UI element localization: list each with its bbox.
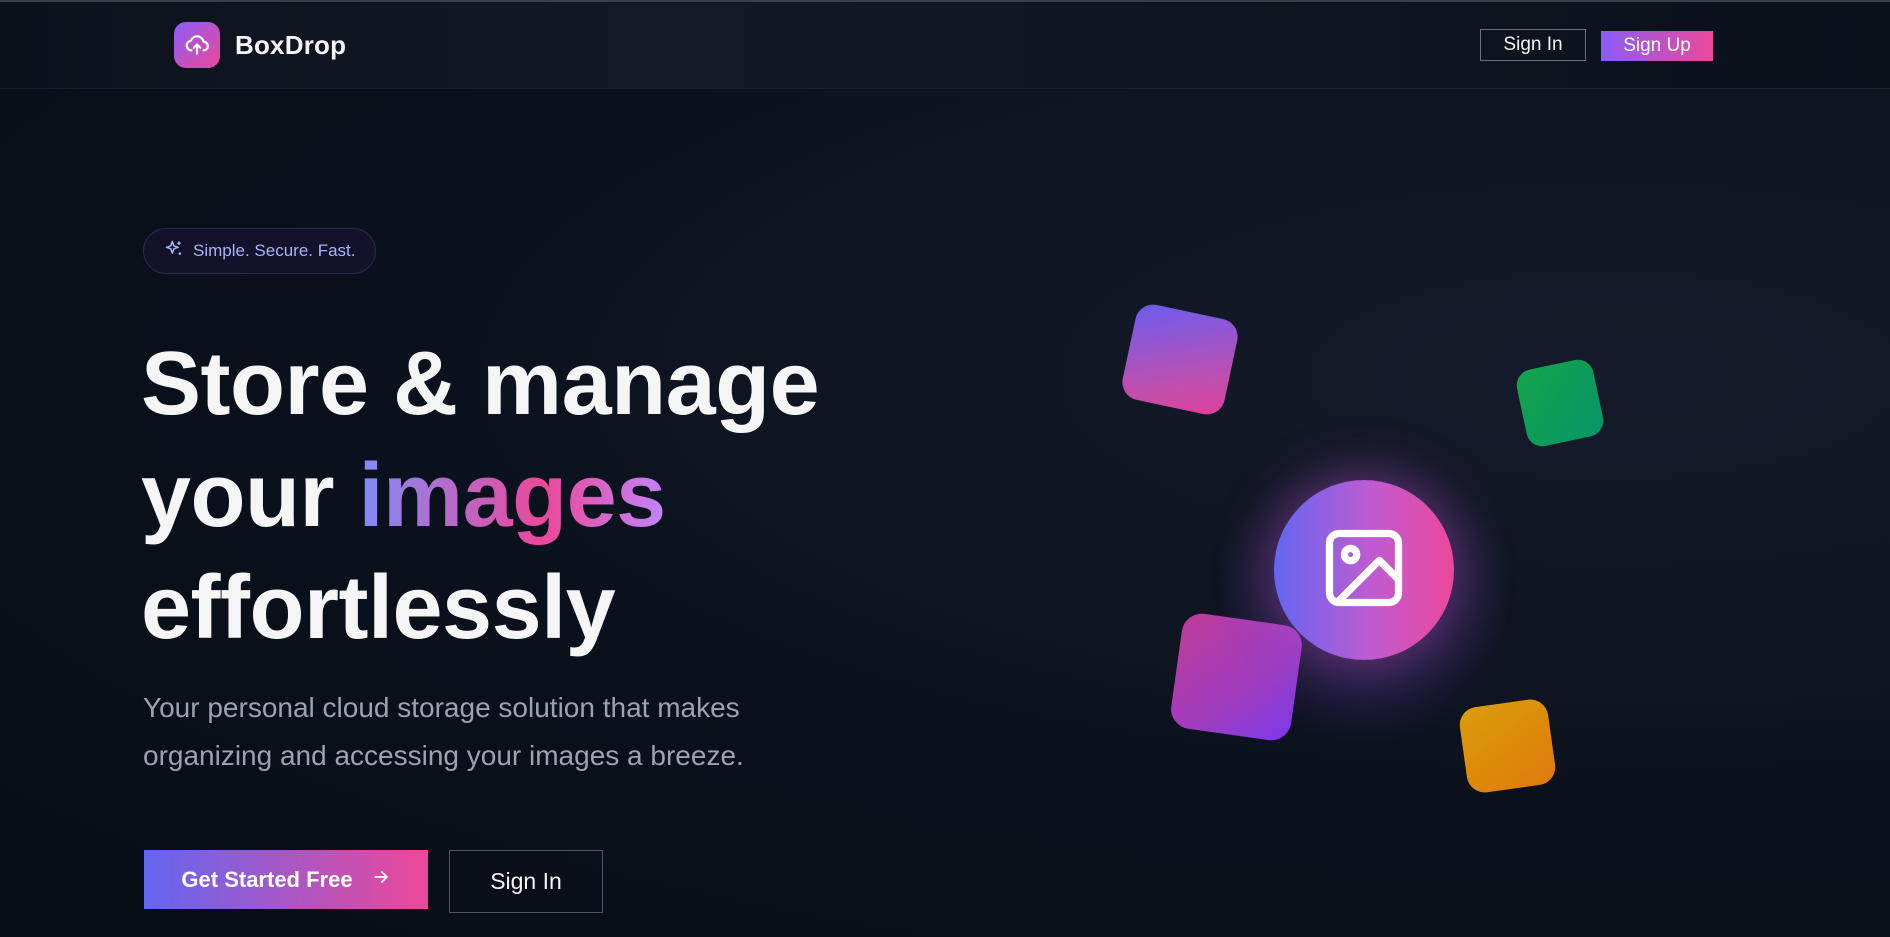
hero-subtitle: Your personal cloud storage solution tha… [143, 692, 744, 771]
hero-headline: Store & manage your images effortlessly [141, 328, 820, 664]
brand-name: BoxDrop [235, 29, 347, 60]
sparkles-icon [164, 239, 184, 264]
tagline-badge: Simple. Secure. Fast. [143, 228, 376, 274]
cloud-upload-icon [174, 22, 220, 68]
green-tile [1513, 356, 1607, 450]
image-icon [1318, 522, 1410, 619]
get-started-button[interactable]: Get Started Free [144, 850, 428, 909]
headline-line-1: Store & manage [141, 334, 820, 434]
navbar: BoxDrop Sign In Sign Up [0, 2, 1890, 89]
center-image-badge [1274, 480, 1454, 660]
nav-sign-up-button[interactable]: Sign Up [1601, 31, 1713, 61]
nav-sign-in-button[interactable]: Sign In [1480, 29, 1586, 61]
headline-line-2: your images [141, 440, 819, 552]
hero-sign-in-button[interactable]: Sign In [449, 850, 603, 913]
tagline-text: Simple. Secure. Fast. [193, 241, 356, 260]
purple-tile [1119, 301, 1241, 418]
headline-line-3: effortlessly [141, 558, 616, 658]
headline-line-2-text: your [141, 446, 359, 546]
brand-logo[interactable]: BoxDrop [174, 22, 346, 68]
orange-tile [1457, 697, 1558, 795]
get-started-label: Get Started Free [181, 866, 353, 892]
headline-highlight: images [358, 446, 667, 546]
arrow-right-icon [371, 867, 391, 893]
